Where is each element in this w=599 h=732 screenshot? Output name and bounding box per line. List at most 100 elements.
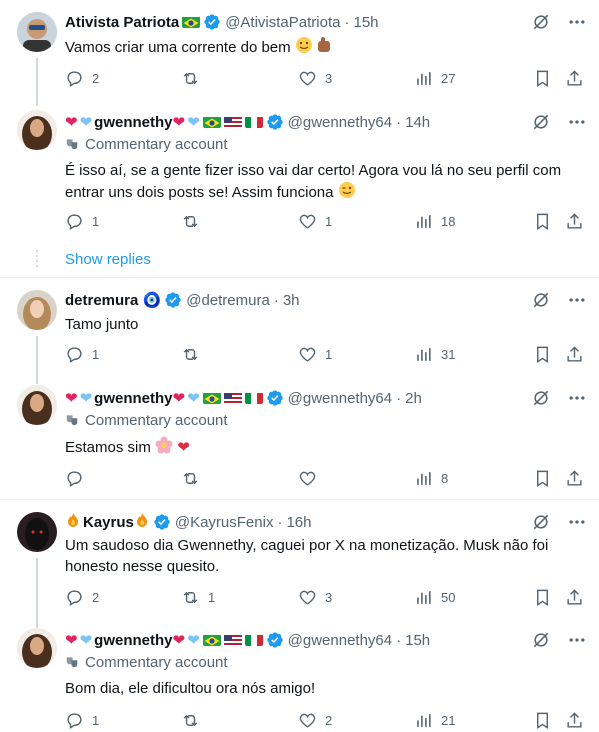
reply-button[interactable]: 2 bbox=[65, 587, 99, 607]
reply-count: 2 bbox=[92, 70, 100, 86]
bookmark-button[interactable] bbox=[533, 587, 552, 607]
views-button[interactable]: 31 bbox=[414, 344, 455, 364]
heart-red-icon: ❤ bbox=[65, 632, 78, 649]
handle[interactable]: @AtivistaPatriota bbox=[225, 14, 340, 31]
like-button[interactable] bbox=[298, 468, 325, 488]
views-count: 8 bbox=[441, 470, 449, 486]
show-replies-link[interactable]: Show replies bbox=[65, 251, 151, 268]
fire-icon bbox=[134, 512, 150, 532]
repost-button[interactable] bbox=[181, 710, 208, 730]
bookmark-button[interactable] bbox=[533, 344, 552, 364]
views-count: 18 bbox=[441, 213, 456, 229]
bookmark-button[interactable] bbox=[533, 68, 552, 88]
heart-blue-icon: ❤ bbox=[79, 632, 93, 649]
display-name[interactable]: Ativista Patriota bbox=[65, 14, 179, 31]
grok-icon[interactable] bbox=[531, 290, 551, 310]
share-button[interactable] bbox=[565, 468, 584, 488]
views-button[interactable]: 27 bbox=[414, 68, 455, 88]
bookmark-button[interactable] bbox=[533, 468, 552, 488]
repost-button[interactable] bbox=[181, 468, 208, 488]
grok-icon[interactable] bbox=[531, 12, 551, 32]
italy-flag-icon bbox=[244, 634, 263, 646]
handle[interactable]: @gwennethy64 bbox=[288, 390, 392, 407]
more-options-icon[interactable] bbox=[567, 630, 587, 650]
repost-button[interactable] bbox=[181, 211, 208, 231]
share-button[interactable] bbox=[565, 344, 584, 364]
like-button[interactable]: 1 bbox=[298, 211, 332, 231]
reply-button[interactable]: 1 bbox=[65, 211, 99, 231]
grok-icon[interactable] bbox=[531, 388, 551, 408]
views-button[interactable]: 8 bbox=[414, 468, 448, 488]
heart-red-icon: ❤ bbox=[65, 114, 78, 131]
display-name[interactable]: detremura 🧿 bbox=[65, 291, 161, 309]
display-name[interactable]: gwennethy bbox=[94, 390, 172, 407]
avatar[interactable] bbox=[17, 512, 57, 552]
bookmark-icon bbox=[537, 589, 548, 606]
repost-icon bbox=[183, 72, 198, 84]
brazil-flag-icon bbox=[182, 16, 201, 28]
reply-button[interactable]: 2 bbox=[65, 68, 99, 88]
more-options-icon[interactable] bbox=[567, 112, 587, 132]
separator-dot: · bbox=[396, 113, 402, 131]
display-name[interactable]: gwennethy bbox=[94, 114, 172, 131]
like-button[interactable]: 2 bbox=[298, 710, 332, 730]
share-button[interactable] bbox=[565, 211, 584, 231]
more-options-icon[interactable] bbox=[567, 388, 587, 408]
share-button[interactable] bbox=[565, 68, 584, 88]
grok-icon[interactable] bbox=[531, 512, 551, 532]
more-options-icon[interactable] bbox=[567, 12, 587, 32]
avatar[interactable] bbox=[17, 290, 57, 330]
repost-button[interactable] bbox=[181, 68, 208, 88]
repost-button[interactable] bbox=[181, 344, 208, 364]
like-button[interactable]: 3 bbox=[298, 68, 332, 88]
share-button[interactable] bbox=[565, 587, 584, 607]
heart-icon bbox=[299, 214, 316, 229]
heart-icon bbox=[299, 347, 316, 362]
grok-icon[interactable] bbox=[531, 112, 551, 132]
repost-count: 1 bbox=[208, 589, 216, 605]
more-options-icon[interactable] bbox=[567, 290, 587, 310]
repost-icon bbox=[183, 472, 198, 484]
bookmark-button[interactable] bbox=[533, 211, 552, 231]
views-button[interactable]: 18 bbox=[414, 211, 455, 231]
reply-button[interactable]: 1 bbox=[65, 710, 99, 730]
timestamp[interactable]: 2h bbox=[405, 390, 422, 407]
avatar[interactable] bbox=[17, 12, 57, 52]
brazil-flag-icon bbox=[202, 392, 221, 404]
post-header: ❤ ❤ gwennethy ❤ ❤ @gwennethy64 · 2h bbox=[65, 388, 587, 408]
timestamp[interactable]: 15h bbox=[353, 14, 378, 31]
separator-dot: · bbox=[344, 13, 350, 31]
avatar[interactable] bbox=[17, 628, 57, 668]
display-name[interactable]: gwennethy bbox=[94, 632, 172, 649]
views-button[interactable]: 50 bbox=[414, 587, 455, 607]
handle[interactable]: @KayrusFenix bbox=[175, 514, 274, 531]
views-button[interactable]: 21 bbox=[414, 710, 455, 730]
timestamp[interactable]: 14h bbox=[405, 114, 430, 131]
timestamp[interactable]: 15h bbox=[405, 632, 430, 649]
like-button[interactable]: 3 bbox=[298, 587, 332, 607]
post-header: ❤ ❤ gwennethy ❤ ❤ @gwennethy64 · 15h bbox=[65, 630, 587, 650]
repost-button[interactable]: 1 bbox=[181, 587, 215, 607]
commentary-text: Commentary account bbox=[85, 135, 228, 153]
timestamp[interactable]: 16h bbox=[286, 514, 311, 531]
timestamp[interactable]: 3h bbox=[283, 292, 300, 309]
divider bbox=[0, 277, 599, 278]
thread-dots bbox=[36, 250, 38, 270]
more-options-icon[interactable] bbox=[567, 512, 587, 532]
handle[interactable]: @detremura bbox=[186, 292, 270, 309]
reply-button[interactable] bbox=[65, 468, 92, 488]
reply-button[interactable]: 1 bbox=[65, 344, 99, 364]
views-icon bbox=[417, 214, 431, 228]
avatar[interactable] bbox=[17, 110, 57, 150]
bookmark-button[interactable] bbox=[533, 710, 552, 730]
brazil-flag-icon bbox=[202, 634, 221, 646]
bookmark-icon bbox=[537, 470, 548, 487]
grok-icon[interactable] bbox=[531, 630, 551, 650]
handle[interactable]: @gwennethy64 bbox=[288, 114, 392, 131]
avatar[interactable] bbox=[17, 385, 57, 425]
heart-red-icon: ❤ bbox=[65, 390, 78, 407]
handle[interactable]: @gwennethy64 bbox=[288, 632, 392, 649]
share-button[interactable] bbox=[565, 710, 584, 730]
display-name[interactable]: Kayrus bbox=[83, 514, 134, 531]
like-button[interactable]: 1 bbox=[298, 344, 332, 364]
